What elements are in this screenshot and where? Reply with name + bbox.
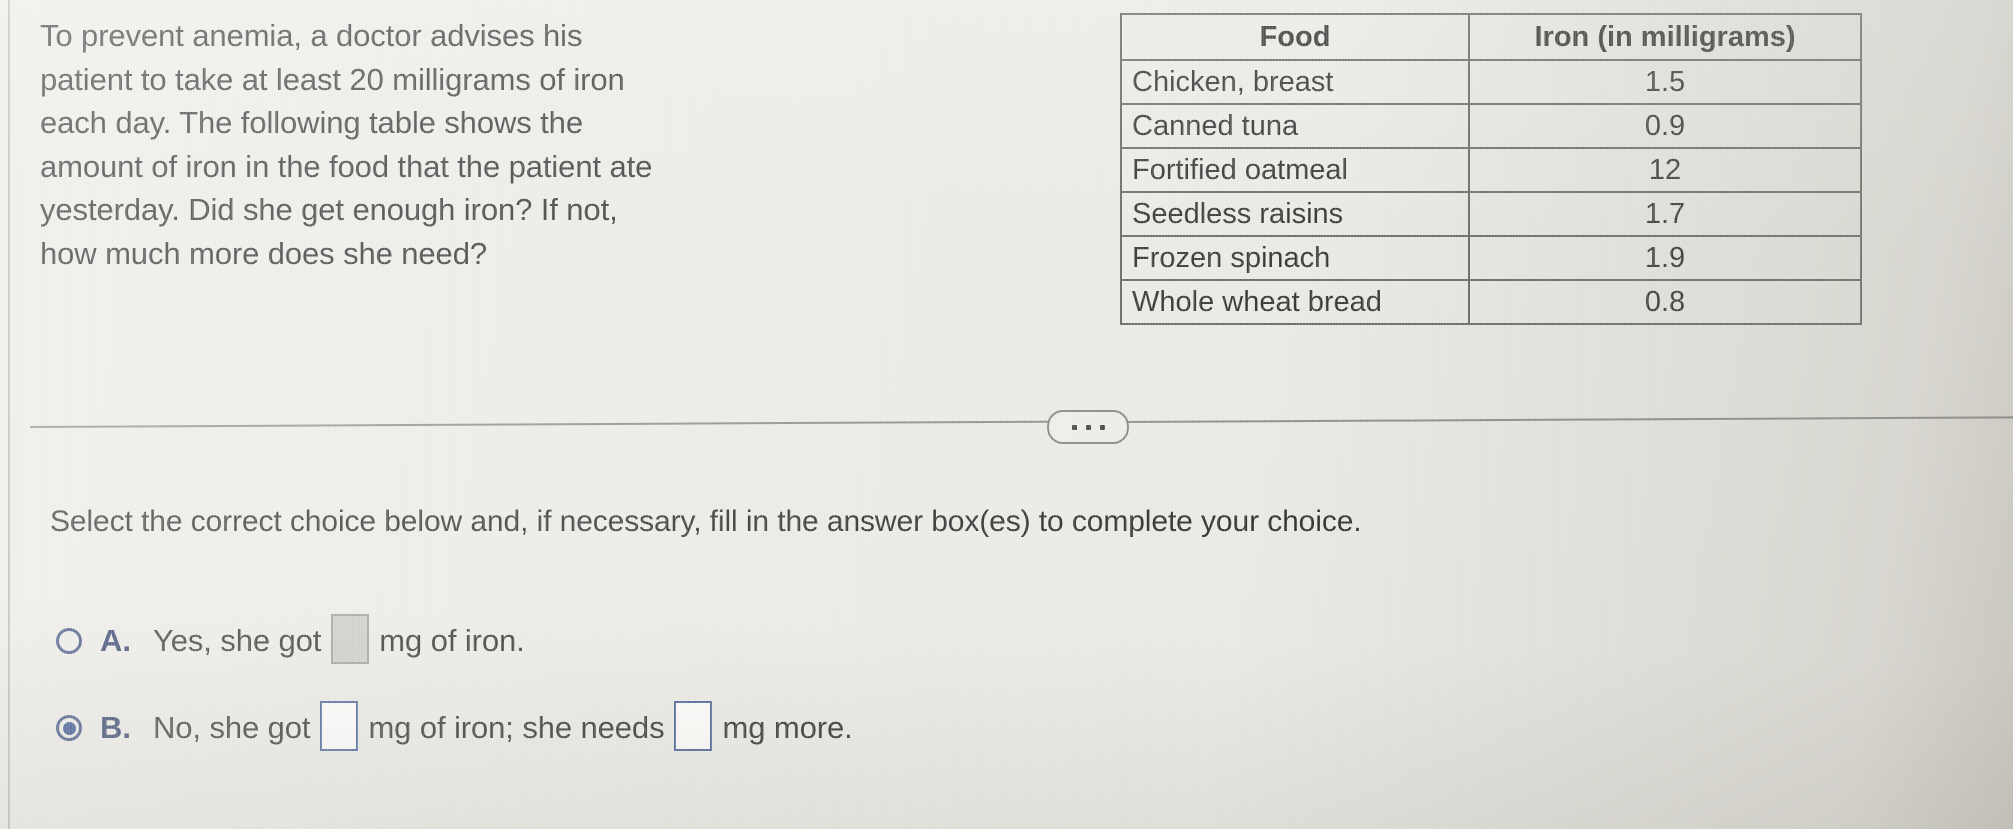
table-cell-food: Seedless raisins	[1120, 191, 1470, 237]
table-header-iron: Iron (in milligrams)	[1468, 13, 1862, 61]
question-line-1: To prevent anemia, a doctor advises his	[40, 18, 583, 53]
ellipsis-dot-1	[1071, 424, 1077, 430]
choice-letter-a: A.	[100, 623, 131, 658]
choice-b-text-middle: mg of iron; she needs	[368, 710, 665, 745]
table-row: Whole wheat bread 0.8	[1120, 279, 1862, 325]
table-row: Seedless raisins 1.7	[1120, 191, 1862, 237]
table-cell-food: Frozen spinach	[1120, 235, 1470, 281]
iron-data-table: Food Iron (in milligrams) Chicken, breas…	[1120, 13, 1862, 325]
table-cell-food: Chicken, breast	[1120, 59, 1470, 105]
radio-button-a[interactable]	[56, 628, 82, 654]
table-cell-iron: 0.8	[1468, 279, 1862, 325]
question-line-3: each day. The following table shows the	[40, 105, 583, 140]
table-cell-food: Canned tuna	[1120, 103, 1470, 149]
choice-a-text-before: Yes, she got	[153, 623, 322, 658]
choice-option-a[interactable]: A. Yes, she got mg of iron.	[56, 614, 525, 666]
choice-text-b: No, she got mg of iron; she needs mg mor…	[153, 701, 853, 753]
question-screen: To prevent anemia, a doctor advises his …	[0, 0, 2013, 829]
answer-box-b-2[interactable]	[674, 701, 713, 751]
choice-b-text-after: mg more.	[722, 710, 853, 745]
table-cell-iron: 1.9	[1468, 235, 1862, 281]
choice-text-a: Yes, she got mg of iron.	[153, 614, 525, 666]
table-cell-iron: 1.5	[1468, 59, 1862, 105]
section-divider	[0, 400, 2013, 450]
choice-a-text-middle: mg of iron.	[379, 623, 525, 658]
table-cell-iron: 0.9	[1468, 103, 1862, 149]
question-line-2: patient to take at least 20 milligrams o…	[40, 61, 625, 97]
question-prompt: To prevent anemia, a doctor advises his …	[40, 14, 830, 275]
radio-button-b[interactable]	[56, 715, 82, 741]
answer-box-a-1	[331, 614, 370, 664]
answer-box-b-1[interactable]	[320, 701, 359, 751]
more-options-ellipsis-button[interactable]	[1047, 410, 1129, 444]
choice-b-text-before: No, she got	[153, 710, 311, 745]
table-row: Frozen spinach 1.9	[1120, 235, 1862, 281]
divider-line-left	[29, 420, 1060, 428]
table-row: Chicken, breast 1.5	[1120, 59, 1862, 105]
divider-line-right	[1122, 416, 2013, 423]
table-cell-food: Whole wheat bread	[1120, 279, 1470, 325]
table-header-row: Food Iron (in milligrams)	[1120, 13, 1862, 61]
question-line-6: how much more does she need?	[40, 235, 487, 271]
radio-inner-dot-b	[62, 721, 76, 735]
table-cell-food: Fortified oatmeal	[1120, 147, 1470, 193]
table-cell-iron: 1.7	[1468, 191, 1862, 237]
ellipsis-dot-2	[1085, 424, 1091, 430]
table-row: Fortified oatmeal 12	[1120, 147, 1862, 193]
instruction-text: Select the correct choice below and, if …	[50, 505, 1362, 538]
ellipsis-dot-3	[1099, 424, 1105, 430]
choice-option-b[interactable]: B. No, she got mg of iron; she needs mg …	[56, 701, 853, 753]
choice-letter-b: B.	[100, 710, 131, 745]
table-row: Canned tuna 0.9	[1120, 103, 1862, 149]
table-cell-iron: 12	[1468, 147, 1862, 193]
question-line-5: yesterday. Did she get enough iron? If n…	[40, 192, 618, 227]
question-line-4: amount of iron in the food that the pati…	[40, 148, 653, 184]
table-header-food: Food	[1120, 13, 1470, 61]
